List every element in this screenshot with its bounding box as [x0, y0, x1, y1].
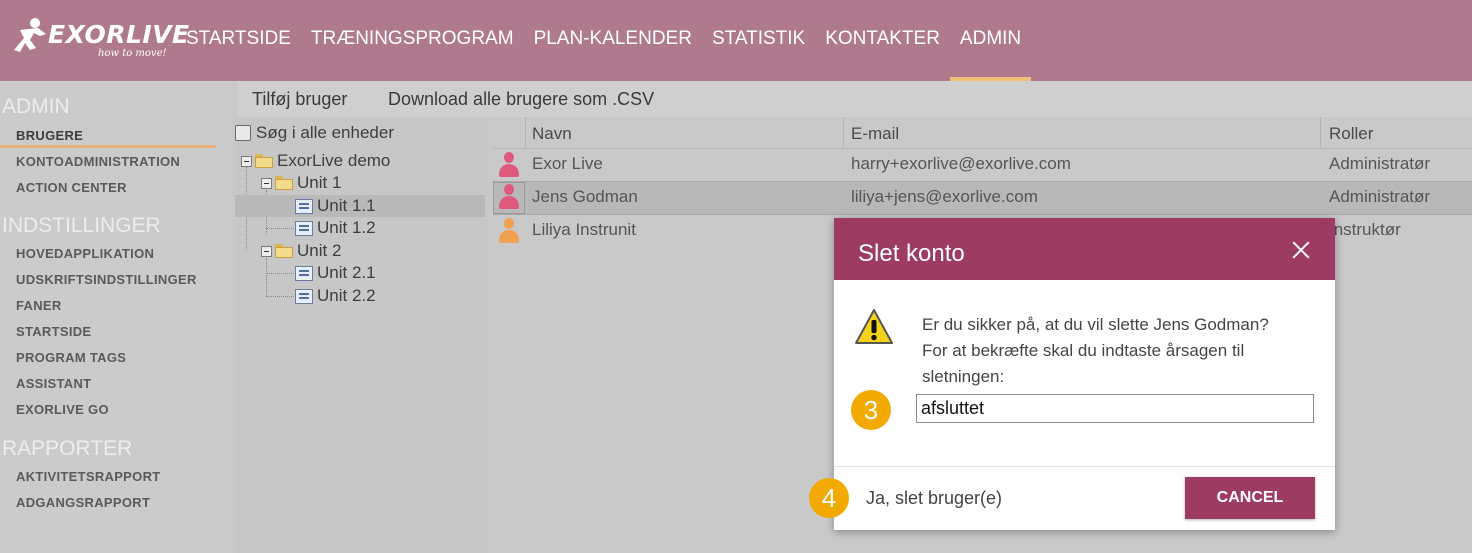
sidebar-item-program-tags[interactable]: PROGRAM TAGS	[16, 350, 126, 365]
tree-connector	[266, 273, 294, 274]
dialog-header: Slet konto	[834, 218, 1335, 280]
sidebar-item-exorlive-go[interactable]: EXORLIVE GO	[16, 402, 109, 417]
cell-role: Instruktør	[1329, 220, 1401, 239]
delete-reason-input[interactable]	[916, 394, 1314, 423]
section-title-admin: ADMIN	[2, 95, 70, 118]
nav-kontakter[interactable]: KONTAKTER	[815, 0, 950, 81]
search-all-units[interactable]: Søg i alle enheder	[235, 123, 394, 143]
main-nav: STARTSIDE TRÆNINGSPROGRAM PLAN-KALENDER …	[176, 0, 1032, 81]
sidebar-item-aktivitetsrapport[interactable]: AKTIVITETSRAPPORT	[16, 469, 161, 484]
user-icon	[497, 218, 521, 245]
sidebar-item-assistant[interactable]: ASSISTANT	[16, 376, 91, 391]
close-icon[interactable]	[1289, 238, 1313, 262]
user-icon	[497, 184, 521, 211]
cell-email: liliya+jens@exorlive.com	[851, 187, 1038, 206]
sidebar-item-faner[interactable]: FANER	[16, 298, 62, 313]
warning-icon	[855, 309, 893, 344]
nav-admin[interactable]: ADMIN	[949, 0, 1032, 81]
dialog-title: Slet konto	[858, 240, 965, 267]
folder-open-icon	[275, 176, 293, 190]
unit-tree: Søg i alle enheder ExorLive demo Unit 1 …	[235, 117, 487, 553]
search-all-checkbox[interactable]	[235, 125, 251, 141]
dialog-message: Er du sikker på, at du vil slette Jens G…	[922, 312, 1302, 390]
download-csv-button[interactable]: Download alle brugere som .CSV	[388, 89, 654, 110]
user-toolbar: Tilføj bruger Download alle brugere som …	[237, 81, 1472, 117]
tree-node-label: Unit 1.1	[317, 196, 376, 215]
tree-node-label: ExorLive demo	[277, 151, 391, 170]
collapse-icon[interactable]	[261, 177, 272, 189]
tree-node-unit-2-2[interactable]: Unit 2.2	[295, 285, 376, 307]
add-user-button[interactable]: Tilføj bruger	[252, 89, 347, 110]
dialog-message-line: Er du sikker på, at du vil slette Jens G…	[922, 315, 1269, 334]
section-title-indstillinger: INDSTILLINGER	[2, 214, 161, 237]
table-row[interactable]: Exor Live harry+exorlive@exorlive.com Ad…	[493, 149, 1472, 181]
tree-node-exorlive-demo[interactable]: ExorLive demo	[241, 150, 390, 172]
sidebar-item-kontoadministration[interactable]: KONTOADMINISTRATION	[16, 154, 180, 169]
active-item-underline	[0, 145, 216, 148]
collapse-icon[interactable]	[261, 245, 272, 257]
tree-node-unit-1-1[interactable]: Unit 1.1	[235, 195, 485, 217]
tree-node-unit-2-1[interactable]: Unit 2.1	[295, 262, 376, 284]
nav-traeningsprogram[interactable]: TRÆNINGSPROGRAM	[301, 0, 524, 81]
cell-name: Jens Godman	[532, 187, 638, 206]
tree-node-unit-2[interactable]: Unit 2	[261, 240, 341, 262]
nav-plan-kalender[interactable]: PLAN-KALENDER	[524, 0, 702, 81]
grid-header: Navn E-mail Roller	[493, 117, 1472, 149]
unit-icon	[295, 288, 313, 304]
column-header-roller[interactable]: Roller	[1329, 124, 1373, 144]
column-header-email[interactable]: E-mail	[851, 124, 899, 144]
confirm-delete-button[interactable]: Ja, slet bruger(e)	[866, 488, 1002, 509]
top-nav-bar: EXORLIVE how to move! STARTSIDE TRÆNINGS…	[0, 0, 1472, 81]
cell-role: Administratør	[1329, 187, 1431, 206]
tree-node-unit-1-2[interactable]: Unit 1.2	[295, 217, 376, 239]
sidebar-item-action-center[interactable]: ACTION CENTER	[16, 180, 127, 195]
admin-sidebar: ADMIN BRUGERE KONTOADMINISTRATION ACTION…	[0, 81, 232, 553]
table-row[interactable]: Jens Godman liliya+jens@exorlive.com Adm…	[493, 181, 1472, 215]
collapse-icon[interactable]	[241, 155, 252, 167]
sidebar-item-adgangsrapport[interactable]: ADGANGSRAPPORT	[16, 495, 150, 510]
tree-node-label: Unit 1	[297, 173, 342, 192]
dialog-message-line: sletningen:	[922, 367, 1005, 386]
tree-node-label: Unit 1.2	[317, 218, 376, 237]
cell-name: Liliya Instrunit	[532, 220, 636, 239]
unit-icon	[295, 198, 313, 214]
column-separator	[525, 117, 526, 149]
unit-icon	[295, 220, 313, 236]
user-icon	[497, 152, 521, 179]
runner-logo-icon	[14, 18, 46, 52]
step-badge-4: 4	[809, 478, 849, 518]
tree-connector	[266, 228, 294, 229]
exorlive-logo[interactable]: EXORLIVE how to move!	[10, 14, 189, 64]
nav-statistik[interactable]: STATISTIK	[702, 0, 815, 81]
sidebar-item-hovedapplikation[interactable]: HOVEDAPPLIKATION	[16, 246, 154, 261]
sidebar-item-udskriftsindstillinger[interactable]: UDSKRIFTSINDSTILLINGER	[16, 272, 197, 287]
nav-startside[interactable]: STARTSIDE	[176, 0, 301, 81]
sidebar-item-brugere[interactable]: BRUGERE	[16, 128, 83, 143]
logo-tagline: how to move!	[98, 48, 167, 59]
tree-node-label: Unit 2	[297, 241, 342, 260]
cell-name: Exor Live	[532, 154, 603, 173]
search-all-label: Søg i alle enheder	[256, 123, 394, 142]
sidebar-item-startside[interactable]: STARTSIDE	[16, 324, 91, 339]
dialog-message-line: For at bekræfte skal du indtaste årsagen…	[922, 341, 1245, 360]
tree-node-label: Unit 2.2	[317, 286, 376, 305]
unit-icon	[295, 265, 313, 281]
cell-role: Administratør	[1329, 154, 1431, 173]
folder-open-icon	[275, 244, 293, 258]
cancel-button[interactable]: CANCEL	[1185, 477, 1315, 519]
column-header-navn[interactable]: Navn	[532, 124, 572, 144]
tree-connector	[266, 258, 267, 296]
section-title-rapporter: RAPPORTER	[2, 437, 133, 460]
column-separator	[843, 117, 844, 149]
logo-wordmark: EXORLIVE	[48, 20, 190, 49]
tree-connector	[266, 296, 294, 297]
dialog-divider	[834, 466, 1335, 467]
column-separator	[1320, 117, 1321, 149]
tree-node-unit-1[interactable]: Unit 1	[261, 172, 341, 194]
folder-open-icon	[255, 154, 273, 168]
step-badge-3: 3	[851, 390, 891, 430]
cell-email: harry+exorlive@exorlive.com	[851, 154, 1071, 173]
tree-node-label: Unit 2.1	[317, 263, 376, 282]
delete-account-dialog: Slet konto Er du sikker på, at du vil sl…	[834, 218, 1335, 530]
